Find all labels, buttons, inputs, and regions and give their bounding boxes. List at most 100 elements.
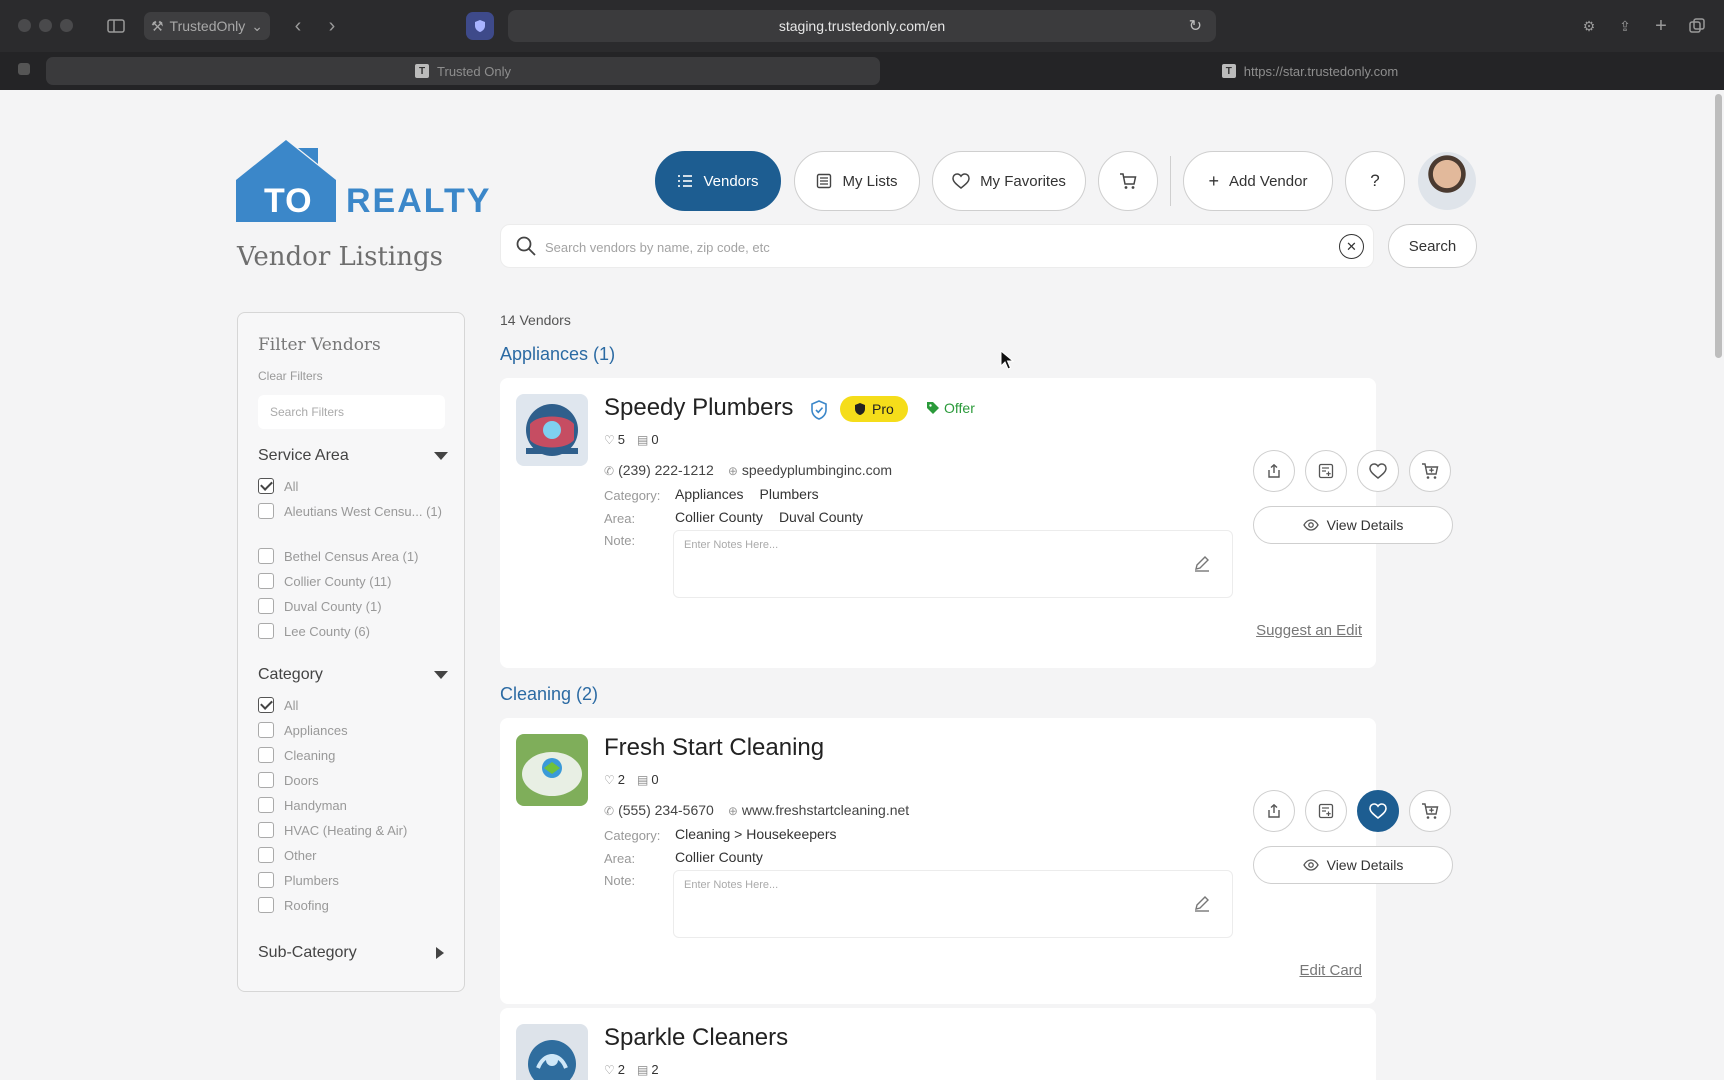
vendor-contact: ✆ (239) 222-1212 ⊕ speedyplumbinginc.com xyxy=(604,462,892,478)
category-tag: Plumbers xyxy=(759,486,819,502)
view-details-button[interactable]: View Details xyxy=(1253,846,1453,884)
sub-category-section-toggle[interactable]: Sub-Category xyxy=(258,942,448,964)
service-area-section-toggle[interactable]: Service Area xyxy=(258,445,448,467)
cart-nav-button[interactable] xyxy=(1098,151,1158,211)
back-icon[interactable]: ‹ xyxy=(284,12,312,40)
add-to-cart-button[interactable] xyxy=(1409,450,1451,492)
filter-option-category[interactable]: Appliances xyxy=(258,721,448,740)
gear-icon[interactable]: ⚙ xyxy=(1576,12,1602,40)
profile-switcher[interactable]: ⚒ TrustedOnly ⌄ xyxy=(144,12,270,40)
tab-group-icon[interactable] xyxy=(12,57,36,81)
add-to-list-button[interactable] xyxy=(1305,790,1347,832)
filter-search-input[interactable] xyxy=(258,395,445,429)
vendor-name[interactable]: Sparkle Cleaners xyxy=(604,1024,788,1052)
filter-option-category[interactable]: HVAC (Heating & Air) xyxy=(258,821,448,840)
cart-plus-icon xyxy=(1422,803,1439,819)
page-scrollbar[interactable] xyxy=(1715,94,1722,358)
checkbox[interactable] xyxy=(258,623,274,639)
filter-option-service-area[interactable]: Lee County (6) xyxy=(258,622,448,641)
new-tab-icon[interactable]: + xyxy=(1648,12,1674,40)
checkbox[interactable] xyxy=(258,548,274,564)
filter-option-category[interactable]: Other xyxy=(258,846,448,865)
view-details-button[interactable]: View Details xyxy=(1253,506,1453,544)
my-favorites-nav-button[interactable]: My Favorites xyxy=(932,151,1086,211)
to-realty-logo[interactable]: TO REALTY xyxy=(236,140,489,222)
list-icon: ▤ xyxy=(637,433,649,447)
lists-count: ▤ 0 xyxy=(637,772,659,787)
add-to-list-button[interactable] xyxy=(1305,450,1347,492)
favorite-button[interactable] xyxy=(1357,450,1399,492)
checkbox[interactable] xyxy=(258,722,274,738)
filter-option-category[interactable]: Handyman xyxy=(258,796,448,815)
share-vendor-button[interactable] xyxy=(1253,790,1295,832)
checkbox[interactable] xyxy=(258,872,274,888)
help-button[interactable]: ? xyxy=(1345,151,1405,211)
filter-option-category[interactable]: Roofing xyxy=(258,896,448,915)
favorite-button-active[interactable] xyxy=(1357,790,1399,832)
caret-down-icon xyxy=(434,452,448,460)
checkbox[interactable] xyxy=(258,598,274,614)
user-avatar[interactable] xyxy=(1418,152,1476,210)
add-vendor-button[interactable]: + Add Vendor xyxy=(1183,151,1333,211)
extension-shield-icon[interactable] xyxy=(466,12,494,40)
vendor-phone[interactable]: ✆ (555) 234-5670 xyxy=(604,802,714,818)
vendor-stats: ♡ 2 ▤ 0 xyxy=(604,772,659,787)
filter-option-service-area[interactable]: Duval County (1) xyxy=(258,597,448,616)
browser-toolbar: ⚒ TrustedOnly ⌄ ‹ › staging.trustedonly.… xyxy=(0,0,1724,52)
category-tag: Appliances xyxy=(675,486,744,502)
suggest-edit-link[interactable]: Suggest an Edit xyxy=(1256,622,1362,639)
checkbox[interactable] xyxy=(258,797,274,813)
note-input[interactable] xyxy=(684,539,1164,551)
close-window-button[interactable] xyxy=(18,19,31,32)
filter-option-category[interactable]: All xyxy=(258,696,448,715)
checkbox[interactable] xyxy=(258,478,274,494)
category-row-label: Category: xyxy=(604,488,661,503)
filter-option-service-area[interactable]: Collier County (11) xyxy=(258,572,448,591)
checkbox[interactable] xyxy=(258,747,274,763)
vendor-name[interactable]: Speedy Plumbers xyxy=(604,394,793,422)
clear-filters-link[interactable]: Clear Filters xyxy=(258,369,323,383)
checkbox[interactable] xyxy=(258,822,274,838)
minimize-window-button[interactable] xyxy=(39,19,52,32)
checkbox[interactable] xyxy=(258,772,274,788)
note-input[interactable] xyxy=(684,879,1164,891)
filter-option-service-area[interactable]: Aleutians West Censu... (1) xyxy=(258,502,448,521)
vendor-search-input[interactable] xyxy=(545,235,1315,259)
globe-icon: ⊕ xyxy=(727,464,738,478)
vendor-name[interactable]: Fresh Start Cleaning xyxy=(604,734,824,762)
filter-option-service-area[interactable]: All xyxy=(258,477,448,496)
pencil-icon[interactable] xyxy=(1192,553,1212,573)
checkbox[interactable] xyxy=(258,697,274,713)
category-section-toggle[interactable]: Category xyxy=(258,664,448,686)
caret-down-icon xyxy=(434,671,448,679)
filter-option-category[interactable]: Doors xyxy=(258,771,448,790)
tab-overview-icon[interactable] xyxy=(1684,12,1710,40)
checkbox[interactable] xyxy=(258,503,274,519)
sidebar-toggle-icon[interactable] xyxy=(100,12,132,40)
share-vendor-button[interactable] xyxy=(1253,450,1295,492)
filter-option-category[interactable]: Cleaning xyxy=(258,746,448,765)
my-lists-nav-button[interactable]: My Lists xyxy=(794,151,920,211)
reload-icon[interactable]: ↻ xyxy=(1189,16,1202,36)
pencil-icon[interactable] xyxy=(1192,893,1212,913)
maximize-window-button[interactable] xyxy=(60,19,73,32)
checkbox[interactable] xyxy=(258,573,274,589)
sub-category-label: Sub-Category xyxy=(258,944,357,961)
share-icon[interactable]: ⇪ xyxy=(1612,12,1638,40)
tab-trusted-only[interactable]: T Trusted Only xyxy=(46,57,880,85)
vendor-phone[interactable]: ✆ (239) 222-1212 xyxy=(604,462,714,478)
filter-option-category[interactable]: Plumbers xyxy=(258,871,448,890)
edit-card-link[interactable]: Edit Card xyxy=(1299,962,1362,979)
clear-search-icon[interactable]: ✕ xyxy=(1339,234,1364,259)
search-button[interactable]: Search xyxy=(1388,224,1477,268)
checkbox[interactable] xyxy=(258,897,274,913)
forward-icon[interactable]: › xyxy=(318,12,346,40)
vendors-nav-button[interactable]: Vendors xyxy=(655,151,781,211)
address-bar[interactable]: staging.trustedonly.com/en ↻ xyxy=(508,10,1216,42)
filter-option-service-area[interactable]: Bethel Census Area (1) xyxy=(258,547,448,566)
vendor-website[interactable]: ⊕ speedyplumbinginc.com xyxy=(728,462,892,478)
tab-star-trusted-only[interactable]: T https://star.trustedonly.com xyxy=(1200,57,1420,85)
add-to-cart-button[interactable] xyxy=(1409,790,1451,832)
checkbox[interactable] xyxy=(258,847,274,863)
vendor-website[interactable]: ⊕ www.freshstartcleaning.net xyxy=(728,802,909,818)
